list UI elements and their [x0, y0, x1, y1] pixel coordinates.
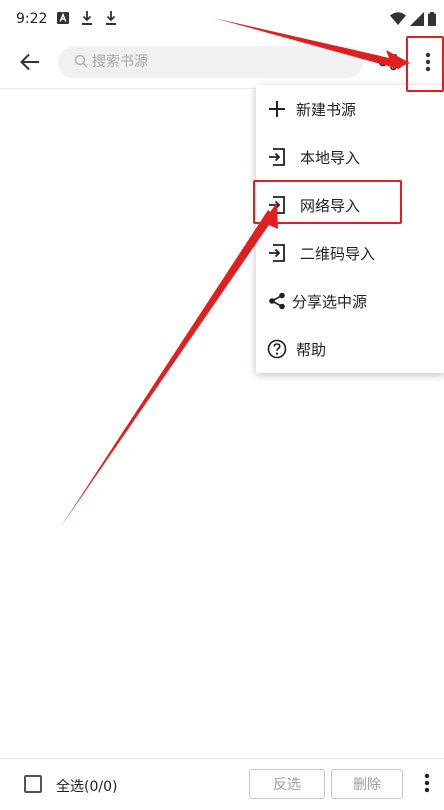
annotation-box-more-button — [406, 36, 444, 92]
import-icon — [266, 242, 288, 264]
status-bar: 9:22 — [0, 0, 444, 40]
plus-icon — [266, 98, 288, 120]
search-icon — [74, 53, 88, 72]
status-notifications — [56, 10, 118, 26]
annotation-box-network-import — [253, 180, 402, 224]
a-notification-icon — [56, 10, 70, 26]
back-arrow-icon — [20, 53, 40, 75]
search-box[interactable] — [58, 46, 363, 78]
wifi-icon — [390, 11, 406, 30]
top-toolbar — [0, 40, 444, 88]
download-icon — [80, 10, 94, 26]
back-button[interactable] — [14, 48, 46, 80]
menu-item-qrcode-import[interactable]: 二维码导入 — [256, 229, 444, 277]
menu-item-label: 本地导入 — [300, 148, 361, 167]
invert-selection-button[interactable]: 反选 — [249, 769, 325, 799]
search-input[interactable] — [92, 54, 332, 70]
group-icon — [377, 53, 399, 75]
menu-item-label: 新建书源 — [296, 100, 357, 119]
menu-item-share-selected[interactable]: 分享选中源 — [256, 277, 444, 325]
bottom-more-button[interactable] — [416, 771, 438, 799]
select-all-checkbox[interactable] — [24, 775, 42, 793]
menu-item-local-import[interactable]: 本地导入 — [256, 133, 444, 181]
signal-icon — [410, 11, 424, 30]
share-icon — [266, 290, 288, 312]
more-vert-icon — [424, 773, 430, 797]
download-icon — [104, 10, 118, 26]
annotation-arrow-to-network-import — [60, 210, 275, 528]
menu-item-new-source[interactable]: 新建书源 — [256, 85, 444, 133]
select-all-label: 全选(0/0) — [56, 779, 118, 795]
menu-item-label: 二维码导入 — [300, 244, 376, 263]
menu-item-label: 帮助 — [296, 340, 327, 359]
status-system-icons — [390, 11, 436, 30]
battery-icon — [428, 11, 436, 30]
import-icon — [266, 146, 288, 168]
overflow-menu: 新建书源 本地导入 网络导入 二维码导入 分享选中源 帮助 — [256, 85, 444, 373]
help-icon — [266, 338, 288, 360]
group-button[interactable] — [374, 50, 402, 78]
menu-item-help[interactable]: 帮助 — [256, 325, 444, 373]
delete-button[interactable]: 删除 — [331, 769, 403, 799]
menu-item-label: 分享选中源 — [292, 292, 368, 311]
status-time: 9:22 — [16, 11, 48, 27]
bottom-action-bar: 全选(0/0) 反选 删除 — [0, 758, 444, 810]
